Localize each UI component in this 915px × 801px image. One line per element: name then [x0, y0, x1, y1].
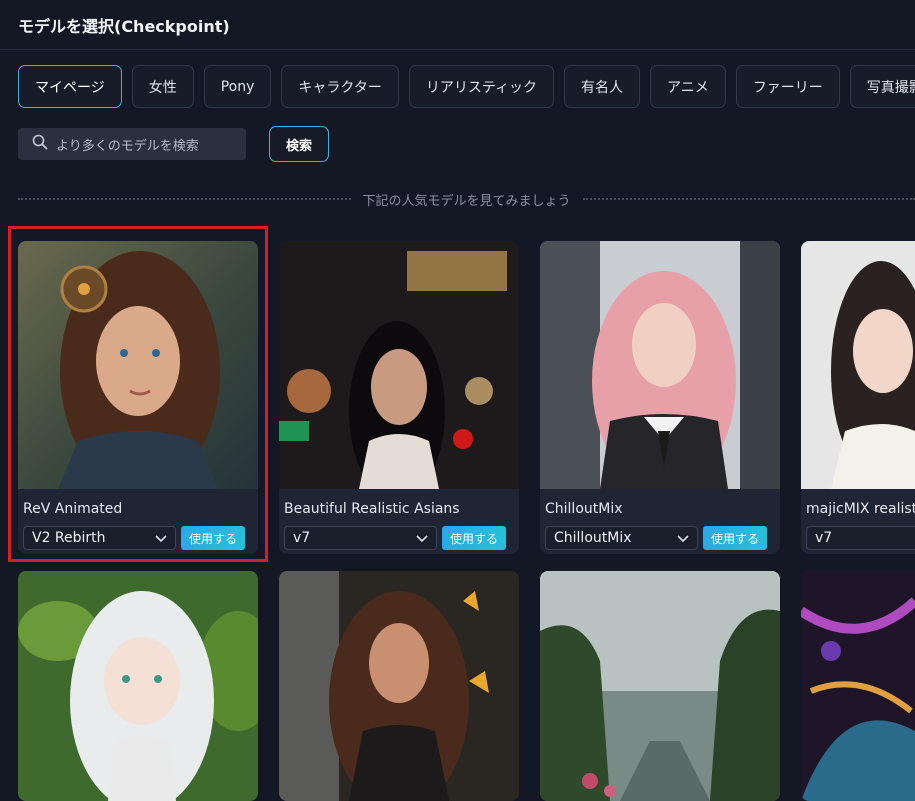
model-name: ChilloutMix: [545, 501, 623, 517]
model-thumbnail[interactable]: [540, 241, 780, 489]
model-card-beautiful-realistic-asians[interactable]: Beautiful Realistic Asians v7 使用する: [279, 241, 519, 554]
divider-text: 下記の人気モデルを見てみましょう: [362, 193, 571, 209]
version-select[interactable]: v7: [284, 526, 437, 550]
chevron-down-icon: [155, 532, 167, 548]
search-placeholder: より多くのモデルを検索: [56, 138, 199, 154]
version-select[interactable]: V2 Rebirth: [23, 526, 176, 550]
tab-female[interactable]: 女性: [131, 65, 194, 108]
tab-photography[interactable]: 写真撮影: [849, 65, 915, 108]
category-tabs: マイページ 女性 Pony キャラクター リアリスティック 有名人 アニメ ファ…: [18, 65, 915, 108]
model-thumbnail[interactable]: [801, 241, 915, 489]
model-card-row2-3[interactable]: [540, 571, 780, 801]
use-button[interactable]: 使用する: [181, 526, 245, 550]
model-card-chilloutmix[interactable]: ChilloutMix ChilloutMix 使用する: [540, 241, 780, 554]
tab-mypage[interactable]: マイページ: [18, 65, 122, 108]
model-thumbnail[interactable]: [279, 241, 519, 489]
chevron-down-icon: [677, 532, 689, 548]
model-thumbnail[interactable]: [801, 571, 915, 801]
tab-furry[interactable]: ファーリー: [735, 65, 840, 108]
version-select[interactable]: v7: [806, 526, 915, 550]
model-card-row2-4[interactable]: [801, 571, 915, 801]
search-icon: [32, 134, 48, 154]
model-card-row2-2[interactable]: [279, 571, 519, 801]
version-value: ChilloutMix: [554, 530, 632, 546]
model-card-rev-animated[interactable]: ReV Animated V2 Rebirth 使用する: [18, 241, 258, 554]
dialog-header: モデルを選択(Checkpoint): [0, 0, 915, 50]
chevron-down-icon: [416, 532, 428, 548]
tab-realistic[interactable]: リアリスティック: [408, 65, 555, 108]
divider-line-right: [582, 198, 915, 200]
version-value: v7: [815, 530, 833, 546]
model-thumbnail[interactable]: [18, 241, 258, 489]
search-button[interactable]: 検索: [269, 126, 329, 162]
model-name: Beautiful Realistic Asians: [284, 501, 460, 517]
model-thumbnail[interactable]: [540, 571, 780, 801]
version-value: v7: [293, 530, 311, 546]
model-thumbnail[interactable]: [18, 571, 258, 801]
use-button[interactable]: 使用する: [703, 526, 767, 550]
search-input[interactable]: より多くのモデルを検索: [18, 128, 246, 160]
dialog-title: モデルを選択(Checkpoint): [18, 16, 230, 36]
use-button[interactable]: 使用する: [442, 526, 506, 550]
model-thumbnail[interactable]: [279, 571, 519, 801]
version-value: V2 Rebirth: [32, 530, 106, 546]
model-card-row2-1[interactable]: [18, 571, 258, 801]
model-name: majicMIX realistic: [806, 501, 915, 517]
divider-line-left: [18, 198, 351, 200]
model-name: ReV Animated: [23, 501, 123, 517]
popular-divider: 下記の人気モデルを見てみましょう: [18, 190, 915, 209]
tab-celebrity[interactable]: 有名人: [564, 65, 641, 108]
tab-pony[interactable]: Pony: [203, 65, 272, 108]
tab-character[interactable]: キャラクター: [281, 65, 399, 108]
model-card-majicmix-realistic[interactable]: majicMIX realistic v7: [801, 241, 915, 554]
tab-anime[interactable]: アニメ: [650, 65, 726, 108]
version-select[interactable]: ChilloutMix: [545, 526, 698, 550]
